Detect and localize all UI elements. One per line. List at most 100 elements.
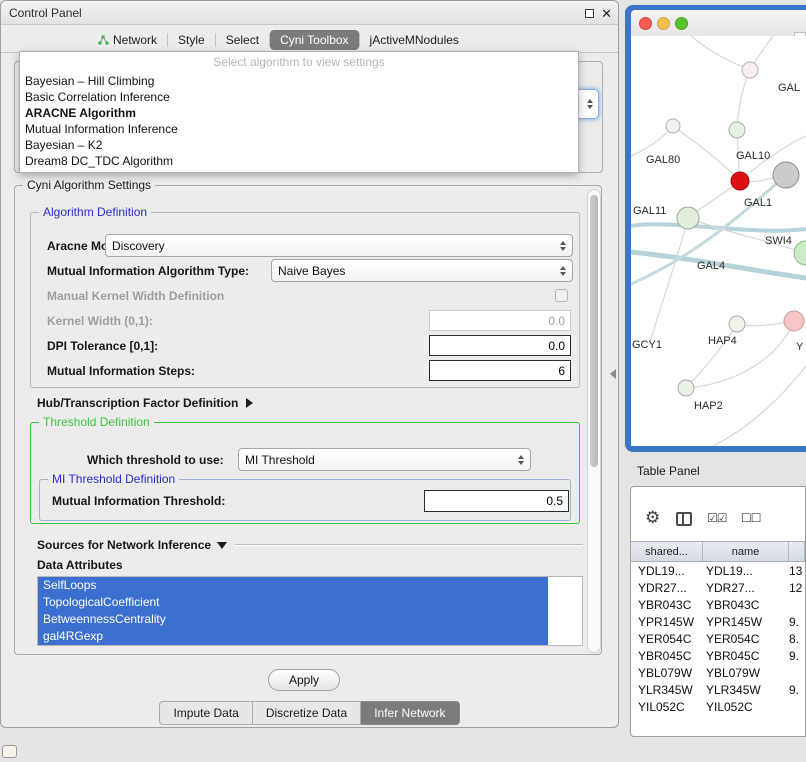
column-header-extra[interactable] — [789, 542, 805, 561]
list-item-selected[interactable]: BetweennessCentrality — [38, 611, 548, 628]
gear-icon[interactable]: ⚙ — [645, 509, 660, 526]
tab-impute-data[interactable]: Impute Data — [159, 701, 252, 725]
node[interactable] — [742, 62, 758, 78]
select-unchecked-icon[interactable]: ☐☐ — [741, 511, 761, 525]
node-gray[interactable] — [773, 162, 799, 188]
node-label: Y — [796, 341, 803, 353]
aracne-mode-combobox[interactable]: Discovery — [105, 234, 573, 257]
algorithm-option[interactable]: Bayesian – K2 — [20, 137, 578, 153]
node-label: GAL4 — [697, 260, 725, 272]
data-attributes-label: Data Attributes — [37, 558, 123, 572]
mi-steps-input[interactable] — [429, 360, 571, 381]
table-row[interactable]: YBR045CYBR045C9. — [631, 648, 805, 665]
node[interactable] — [666, 119, 680, 133]
select-checked-icon[interactable]: ☑☑ — [707, 511, 727, 525]
hub-definition-toggle[interactable]: Hub/Transcription Factor Definition — [37, 396, 253, 410]
algorithm-definition-title: Algorithm Definition — [39, 205, 151, 219]
list-item-selected[interactable]: gal4RGexp — [38, 628, 548, 645]
control-panel-window: Control Panel ✕ Network Style Select — [0, 0, 619, 728]
table-header: shared... name — [631, 541, 805, 562]
settings-scrollbar[interactable] — [587, 189, 601, 653]
threshold-combobox[interactable]: MI Threshold — [238, 448, 531, 471]
tab-style[interactable]: Style — [168, 30, 215, 50]
bottom-tabbar: Impute Data Discretize Data Infer Networ… — [1, 701, 618, 725]
zoom-traffic-light[interactable] — [675, 17, 688, 30]
which-threshold-label: Which threshold to use: — [87, 453, 224, 467]
network-tab-icon — [97, 34, 109, 46]
cell: 8. — [789, 631, 805, 648]
node[interactable] — [784, 311, 804, 331]
table-row[interactable]: YLR345WYLR345W9. — [631, 682, 805, 699]
sources-toggle[interactable]: Sources for Network Inference — [37, 538, 583, 552]
column-header-name[interactable]: name — [703, 542, 789, 561]
node[interactable] — [677, 207, 699, 229]
node[interactable] — [678, 380, 694, 396]
list-item-selected[interactable]: SelfLoops — [38, 577, 548, 594]
table-row[interactable]: YBL079WYBL079W — [631, 665, 805, 682]
column-header-shared[interactable]: shared... — [631, 542, 703, 561]
network-canvas[interactable]: GAL GAL80 GAL10 GAL11 GAL1 SWI4 GAL4 GCY… — [631, 36, 806, 446]
control-panel-titlebar[interactable]: Control Panel ✕ — [1, 1, 618, 25]
node[interactable] — [729, 316, 745, 332]
cell — [789, 597, 805, 614]
cell: YLR345W — [703, 682, 789, 699]
manual-kernel-checkbox[interactable] — [555, 289, 568, 302]
node[interactable] — [794, 241, 806, 265]
tab-network[interactable]: Network — [87, 30, 167, 50]
minimized-panel-icon[interactable] — [2, 745, 17, 758]
node-label: SWI4 — [765, 235, 792, 247]
float-window-icon[interactable] — [585, 9, 594, 18]
tab-discretize-data[interactable]: Discretize Data — [253, 701, 361, 725]
table-row[interactable]: YDL19...YDL19...13 — [631, 563, 805, 580]
dpi-tolerance-label: DPI Tolerance [0,1]: — [47, 339, 158, 353]
table-row[interactable]: YDR27...YDR27...12 — [631, 580, 805, 597]
mi-threshold-input[interactable] — [424, 490, 569, 512]
aracne-mode-value: Discovery — [112, 239, 560, 253]
table-row[interactable]: YBR043CYBR043C — [631, 597, 805, 614]
mi-type-value: Naive Bayes — [278, 264, 560, 278]
mi-type-combobox[interactable]: Naive Bayes — [271, 259, 573, 282]
data-attributes-list[interactable]: SelfLoops TopologicalCoefficient Between… — [37, 576, 583, 646]
cell: YLR345W — [631, 682, 703, 699]
cell: YDR27... — [631, 580, 703, 597]
cell: YDL19... — [631, 563, 703, 580]
control-panel-tabbar: Network Style Select Cyni Toolbox jActiv… — [1, 26, 618, 53]
algorithm-option-aracne[interactable]: ARACNE Algorithm — [20, 105, 578, 121]
table-panel: ⚙ ☑☑ ☐☐ shared... name YDL19...YDL19...1… — [630, 486, 806, 737]
algorithm-dropdown-popup: Select algorithm to view settings Bayesi… — [19, 51, 579, 173]
algorithm-option[interactable]: Bayesian – Hill Climbing — [20, 73, 578, 89]
apply-button[interactable]: Apply — [268, 669, 340, 691]
network-window-titlebar[interactable] — [631, 10, 806, 36]
close-icon[interactable]: ✕ — [601, 7, 612, 20]
node[interactable] — [729, 122, 745, 138]
dpi-tolerance-input[interactable] — [429, 335, 571, 356]
threshold-definition-group: Threshold Definition Which threshold to … — [30, 422, 580, 524]
threshold-definition-title: Threshold Definition — [39, 415, 154, 429]
panel-collapse-arrow-icon[interactable] — [610, 369, 616, 379]
scrollbar-thumb[interactable] — [590, 195, 598, 467]
tab-infer-network[interactable]: Infer Network — [361, 701, 459, 725]
tab-select[interactable]: Select — [216, 30, 269, 50]
collapsed-arrow-icon — [246, 398, 253, 408]
column-selector-icon[interactable] — [676, 512, 692, 526]
node-label: GAL11 — [633, 205, 666, 217]
kernel-width-input — [429, 310, 571, 331]
mi-type-label: Mutual Information Algorithm Type: — [47, 264, 249, 278]
cell: YBR045C — [631, 648, 703, 665]
table-row[interactable]: YER054CYER054C8. — [631, 631, 805, 648]
table-row[interactable]: YPR145WYPR145W9. — [631, 614, 805, 631]
minimize-traffic-light[interactable] — [657, 17, 670, 30]
table-row[interactable]: YIL052CYIL052C — [631, 699, 805, 716]
threshold-value: MI Threshold — [245, 453, 518, 467]
node-gal10-selected[interactable] — [731, 172, 749, 190]
algorithm-option[interactable]: Dream8 DC_TDC Algorithm — [20, 153, 578, 169]
expanded-arrow-icon — [217, 542, 227, 549]
list-item-selected[interactable]: TopologicalCoefficient — [38, 594, 548, 611]
algorithm-option[interactable]: Mutual Information Inference — [20, 121, 578, 137]
algorithm-option[interactable]: Basic Correlation Inference — [20, 89, 578, 105]
tab-cyni-toolbox[interactable]: Cyni Toolbox — [270, 30, 358, 50]
manual-kernel-label: Manual Kernel Width Definition — [47, 289, 224, 303]
close-traffic-light[interactable] — [639, 17, 652, 30]
tab-jactivemnodules[interactable]: jActiveMNodules — [360, 30, 469, 50]
cell: 9. — [789, 682, 805, 699]
